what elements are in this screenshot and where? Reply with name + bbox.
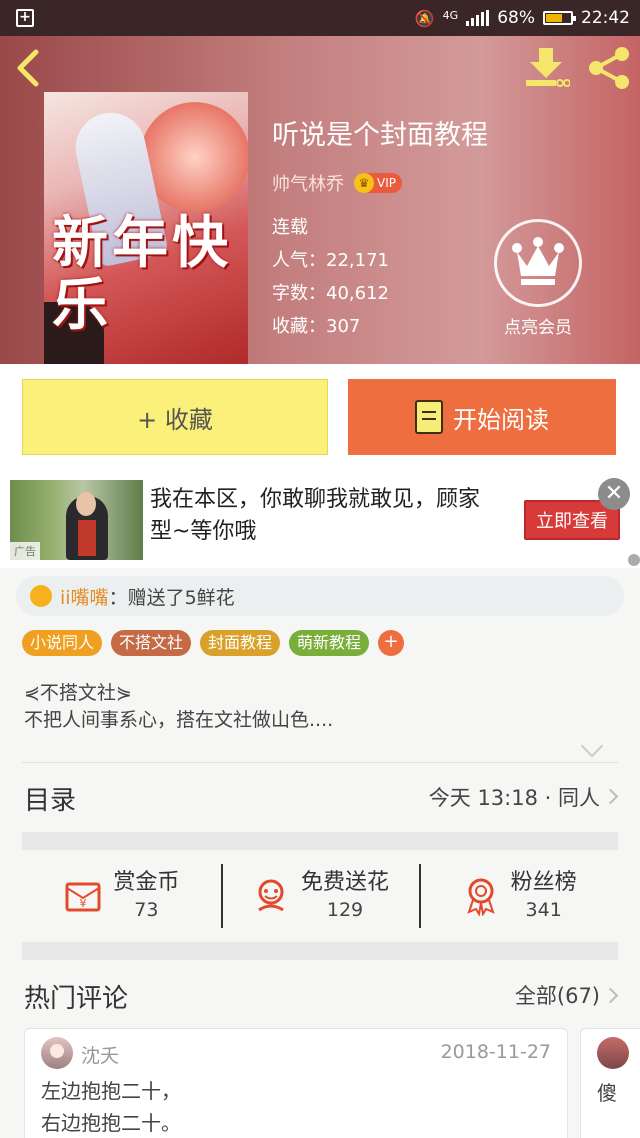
download-button[interactable] bbox=[524, 46, 571, 90]
download-icon bbox=[526, 48, 571, 87]
divider bbox=[22, 762, 618, 763]
chevron-right-icon bbox=[602, 987, 619, 1004]
ad-tag: 广告 bbox=[10, 542, 40, 560]
start-reading-button[interactable]: 开始阅读 bbox=[348, 379, 616, 455]
comment-snippet: 傻 bbox=[597, 1081, 617, 1105]
stats-row: ¥ 赏金币 73 免费送花 129 粉丝榜 341 bbox=[22, 848, 618, 944]
mute-icon: 🔕 bbox=[414, 8, 435, 28]
chevron-left-icon bbox=[17, 49, 39, 87]
close-icon[interactable]: ✕ bbox=[598, 478, 630, 510]
stat-title: 免费送花 bbox=[301, 870, 390, 895]
back-button[interactable] bbox=[10, 48, 50, 88]
fan-ranking-button[interactable]: 粉丝榜 341 bbox=[419, 848, 618, 944]
chevron-down-icon[interactable] bbox=[580, 734, 604, 758]
intro-line-2: 不把人间事系心，搭在文社做山色.... bbox=[24, 709, 334, 731]
tag-3[interactable]: 萌新教程 bbox=[289, 630, 370, 656]
comment-user[interactable]: 沈夭 bbox=[81, 1041, 119, 1068]
crown-icon bbox=[512, 237, 564, 285]
stat-value: 341 bbox=[525, 899, 562, 921]
popularity-value: 22,171 bbox=[326, 250, 389, 271]
book-title: 听说是个封面教程 bbox=[272, 120, 488, 151]
avatar[interactable] bbox=[597, 1037, 629, 1069]
add-tag-button[interactable]: + bbox=[378, 630, 405, 656]
all-comments-link[interactable]: 全部(67) bbox=[515, 980, 600, 1010]
battery-percent: 68% bbox=[497, 8, 535, 28]
comment-card[interactable]: 沈夭 2018-11-27 左边抱抱二十， 右边抱抱二十。 bbox=[24, 1028, 568, 1138]
avatar[interactable] bbox=[41, 1037, 73, 1069]
battery-icon bbox=[543, 11, 576, 25]
flower-icon bbox=[258, 879, 284, 912]
favorites-row: 收藏：307 bbox=[272, 310, 389, 343]
vip-label: VIP bbox=[377, 176, 396, 190]
status-bar: + 🔕 4G 68% 22:42 bbox=[0, 0, 640, 36]
gift-ticker[interactable]: ii嘴嘴 ：赠送了5鲜花 bbox=[16, 576, 624, 616]
start-reading-label: 开始阅读 bbox=[453, 405, 549, 434]
toc-latest-update: 今天 13:18 · 同人 bbox=[428, 786, 600, 810]
comment-line: 左边抱抱二十， bbox=[41, 1079, 181, 1103]
section-separator bbox=[22, 942, 618, 960]
book-cover[interactable]: 新年快乐 bbox=[44, 92, 248, 364]
cover-art-title: 新年快乐 bbox=[52, 210, 232, 338]
share-button[interactable] bbox=[586, 46, 632, 90]
word-count-label: 字数： bbox=[272, 283, 326, 304]
tag-2[interactable]: 封面教程 bbox=[200, 630, 281, 656]
notification-icon: + bbox=[16, 9, 34, 27]
gift-user[interactable]: ii嘴嘴 bbox=[60, 583, 109, 610]
stat-title: 赏金币 bbox=[113, 870, 180, 895]
gift-text: ：赠送了5鲜花 bbox=[108, 586, 235, 609]
share-icon bbox=[589, 47, 629, 89]
stat-value: 129 bbox=[326, 899, 364, 921]
toc-label: 目录 bbox=[24, 786, 77, 816]
stat-value: 73 bbox=[134, 899, 159, 921]
flower-icon bbox=[30, 585, 52, 607]
stat-title: 粉丝榜 bbox=[510, 870, 577, 895]
crown-icon: ♛ bbox=[354, 173, 374, 193]
word-count-row: 字数：40,612 bbox=[272, 277, 389, 310]
medal-icon bbox=[467, 878, 495, 916]
word-count-value: 40,612 bbox=[326, 283, 389, 304]
ad-image[interactable]: 广告 bbox=[10, 480, 143, 560]
popularity-label: 人气： bbox=[272, 250, 326, 271]
chevron-right-icon bbox=[602, 788, 619, 805]
book-details: ii嘴嘴 ：赠送了5鲜花 小说同人 不搭文社 封面教程 萌新教程 + ⋞不搭文社… bbox=[0, 568, 640, 1138]
ad-text[interactable]: 我在本区，你敢聊我就敢见，顾家型~等你哦 bbox=[150, 484, 500, 548]
author-link[interactable]: 帅气林乔 bbox=[272, 170, 344, 196]
ad-info-icon[interactable] bbox=[628, 554, 640, 566]
book-header: 新年快乐 听说是个封面教程 帅气林乔 ♛ VIP 连载 人气：22,171 字数… bbox=[0, 36, 640, 364]
comment-body: 左边抱抱二十， 右边抱抱二十。 bbox=[41, 1075, 181, 1138]
network-type: 4G bbox=[442, 8, 459, 22]
hot-comments-header[interactable]: 热门评论 全部(67) bbox=[22, 964, 619, 1024]
favorites-label: 收藏： bbox=[272, 316, 326, 337]
svg-text:¥: ¥ bbox=[80, 897, 87, 910]
comment-date: 2018-11-27 bbox=[440, 1041, 551, 1063]
tag-list: 小说同人 不搭文社 封面教程 萌新教程 + bbox=[22, 630, 405, 656]
reward-coins-button[interactable]: ¥ 赏金币 73 bbox=[22, 848, 221, 944]
comment-line: 右边抱抱二十。 bbox=[41, 1111, 181, 1135]
book-stats: 连载 人气：22,171 字数：40,612 收藏：307 bbox=[272, 211, 389, 343]
tag-0[interactable]: 小说同人 bbox=[22, 630, 103, 656]
serial-status: 连载 bbox=[272, 217, 308, 238]
hot-comments-label: 热门评论 bbox=[24, 984, 129, 1014]
book-icon bbox=[415, 400, 443, 434]
vip-badge: ♛ VIP bbox=[354, 173, 402, 193]
action-bar: + 收藏 开始阅读 bbox=[0, 364, 640, 472]
comment-card[interactable]: 傻 bbox=[580, 1028, 640, 1138]
member-label: 点亮会员 bbox=[504, 318, 572, 338]
clock: 22:42 bbox=[581, 8, 630, 28]
coin-envelope-icon: ¥ bbox=[65, 882, 101, 912]
send-flowers-button[interactable]: 免费送花 129 bbox=[220, 848, 420, 944]
table-of-contents-row[interactable]: 目录 今天 13:18 · 同人 bbox=[22, 764, 619, 828]
popularity-row: 人气：22,171 bbox=[272, 244, 389, 277]
signal-icon bbox=[466, 10, 490, 26]
favorites-value: 307 bbox=[326, 316, 361, 337]
add-to-favorites-button[interactable]: + 收藏 bbox=[22, 379, 328, 455]
tag-1[interactable]: 不搭文社 bbox=[111, 630, 192, 656]
member-button[interactable]: 点亮会员 bbox=[486, 219, 590, 338]
intro-line-1: ⋞不搭文社⋟ bbox=[24, 682, 132, 704]
ad-banner[interactable]: 广告 我在本区，你敢聊我就敢见，顾家型~等你哦 立即查看 ✕ bbox=[0, 472, 640, 568]
book-intro[interactable]: ⋞不搭文社⋟ 不把人间事系心，搭在文社做山色.... bbox=[24, 680, 614, 734]
